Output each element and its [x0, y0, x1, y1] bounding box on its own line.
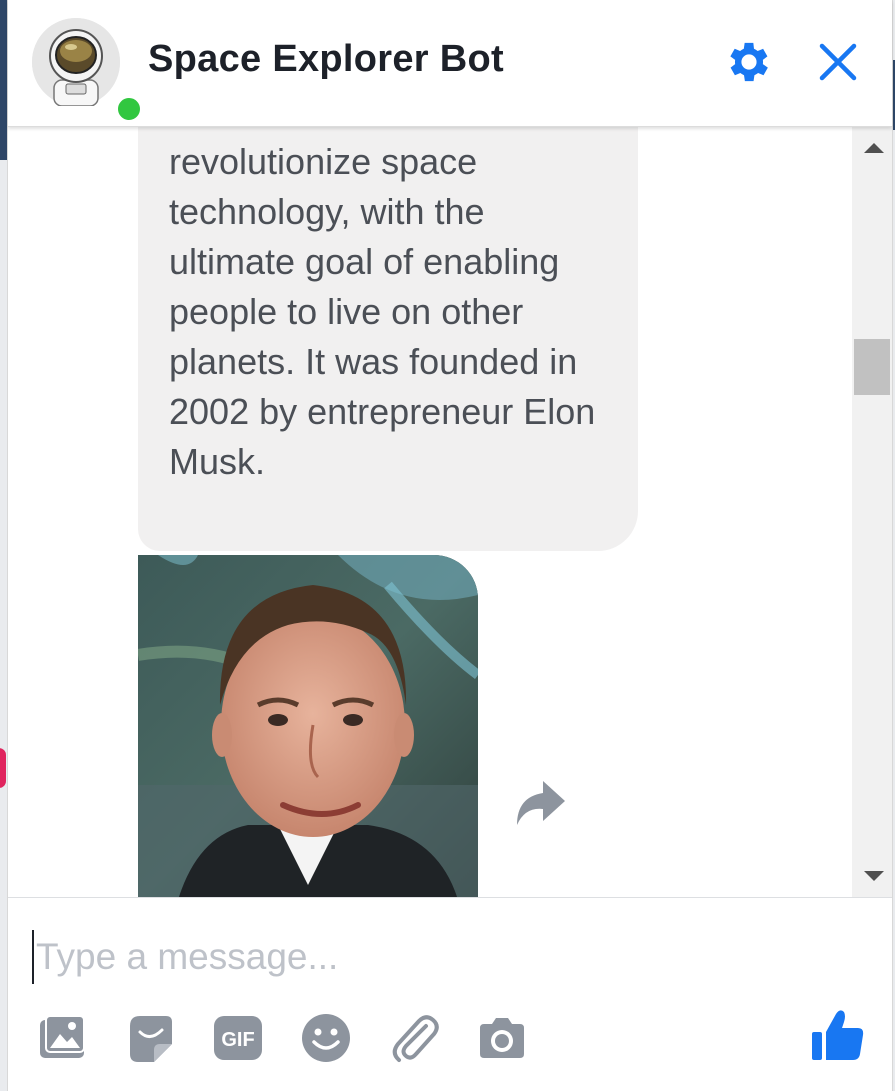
scrollbar[interactable] — [852, 127, 892, 897]
sticker-icon[interactable] — [124, 1012, 176, 1064]
attachment-icon[interactable] — [388, 1012, 440, 1064]
message-list: revolutionize space technology, with the… — [8, 127, 852, 897]
background-strip — [0, 0, 7, 160]
message-photo[interactable] — [138, 555, 478, 897]
portrait-image — [138, 555, 478, 897]
message-text: revolutionize space technology, with the… — [169, 141, 596, 482]
emoji-icon[interactable] — [300, 1012, 352, 1064]
gif-icon[interactable]: GIF — [212, 1012, 264, 1064]
close-icon[interactable] — [814, 38, 862, 86]
online-status-dot — [116, 96, 142, 122]
message-composer: GIF — [8, 897, 892, 1092]
thumbs-up-icon[interactable] — [808, 1006, 866, 1064]
chat-header: Space Explorer Bot — [8, 0, 892, 127]
svg-text:GIF: GIF — [221, 1029, 254, 1051]
bot-avatar[interactable] — [32, 18, 142, 122]
bot-message-bubble: revolutionize space technology, with the… — [138, 127, 638, 551]
message-input[interactable] — [32, 930, 838, 984]
camera-icon[interactable] — [476, 1012, 528, 1064]
scroll-up-arrow-icon[interactable] — [864, 143, 884, 153]
chat-title: Space Explorer Bot — [148, 38, 504, 80]
gear-icon[interactable] — [723, 36, 775, 88]
scroll-thumb[interactable] — [854, 339, 890, 395]
background-notification-dot — [0, 748, 6, 788]
share-icon[interactable] — [513, 779, 567, 829]
astronaut-icon — [32, 18, 120, 106]
chat-window: Space Explorer Bot revolutionize space t… — [7, 0, 893, 1092]
background-page-left — [0, 0, 7, 1091]
photo-icon[interactable] — [36, 1012, 88, 1064]
scroll-down-arrow-icon[interactable] — [864, 871, 884, 881]
